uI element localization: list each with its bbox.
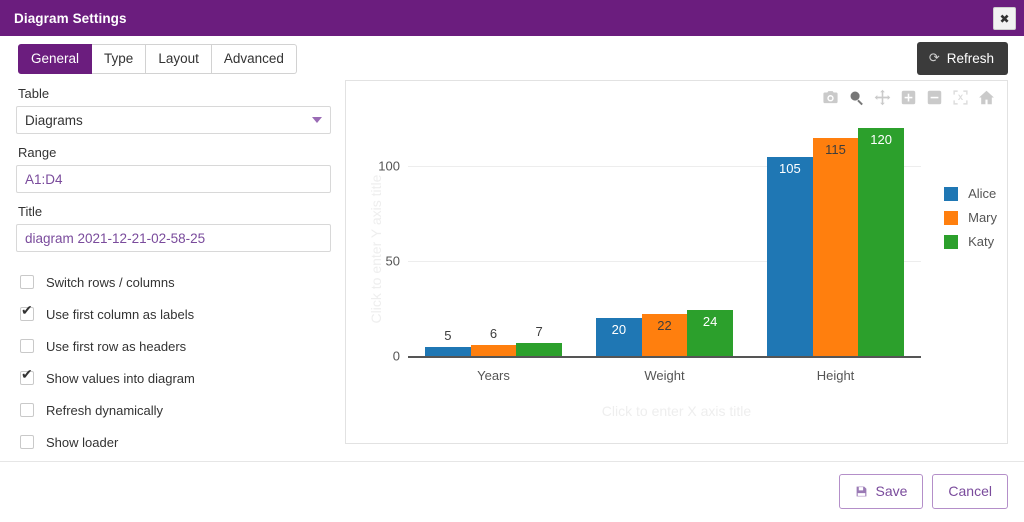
x-tick-label: Weight (644, 368, 685, 383)
range-input-value: A1:D4 (25, 171, 63, 187)
range-input[interactable]: A1:D4 (16, 165, 331, 193)
checkbox-unchecked-icon[interactable] (20, 275, 34, 289)
close-icon[interactable]: ✖ (993, 7, 1016, 30)
checkbox-row-5[interactable]: Show loader (16, 426, 331, 458)
dialog-footer: Save Cancel (839, 474, 1008, 509)
checkbox-label: Refresh dynamically (46, 402, 164, 418)
checkbox-label: Use first row as headers (46, 338, 187, 354)
bar-weight-mary[interactable]: 22 (641, 314, 688, 356)
bar-weight-alice[interactable]: 20 (596, 318, 642, 356)
checkbox-row-4[interactable]: Refresh dynamically (16, 394, 331, 426)
checkbox-label: Show loader (46, 434, 119, 450)
cancel-button-label: Cancel (948, 483, 992, 499)
bar-value-label: 105 (779, 160, 801, 176)
legend-label: Mary (968, 210, 997, 225)
tab-general[interactable]: General (18, 44, 93, 74)
checkbox-label: Switch rows / columns (46, 274, 175, 290)
checkbox-label: Show values into diagram (46, 370, 195, 386)
table-select-value: Diagrams (25, 112, 83, 128)
options-checkbox-list: Switch rows / columns Use first column as… (16, 266, 331, 458)
checkbox-label: Use first column as labels (46, 306, 195, 322)
tab-type[interactable]: Type (92, 44, 147, 74)
dialog-titlebar: Diagram Settings ✖ (0, 0, 1024, 36)
y-tick-label: 50 (385, 253, 400, 269)
bar-chart: Click to enter Y axis title Click to ent… (346, 81, 1007, 443)
legend-item-mary[interactable]: Mary (944, 210, 997, 225)
title-input[interactable]: diagram 2021-12-21-02-58-25 (16, 224, 331, 252)
save-button-label: Save (875, 483, 908, 499)
legend-swatch (944, 234, 959, 249)
chart-legend: Alice Mary Katy (944, 186, 997, 249)
footer-divider (0, 461, 1024, 462)
checkbox-row-2[interactable]: Use first row as headers (16, 330, 331, 362)
checkbox-row-0[interactable]: Switch rows / columns (16, 266, 331, 298)
bar-value-label: 20 (611, 322, 627, 337)
table-label: Table (18, 86, 50, 101)
floppy-disk-icon (857, 486, 867, 496)
checkbox-row-1[interactable]: Use first column as labels (16, 298, 331, 330)
legend-label: Alice (968, 186, 997, 201)
refresh-button[interactable]: ⟳ Refresh (916, 42, 1008, 75)
legend-swatch (944, 186, 959, 201)
tab-advanced[interactable]: Advanced (211, 44, 297, 74)
diagram-settings-dialog: Diagram Settings ✖ General Type Layout Adva… (0, 0, 1024, 522)
bar-value-label: 5 (444, 327, 452, 343)
cancel-button[interactable]: Cancel (932, 474, 1008, 509)
bar-years-alice[interactable]: 5 (425, 328, 471, 356)
legend-item-alice[interactable]: Alice (944, 186, 997, 201)
bar-years-mary[interactable]: 6 (470, 326, 517, 356)
checkbox-unchecked-icon[interactable] (20, 435, 34, 449)
tab-layout[interactable]: Layout (146, 44, 212, 74)
dialog-title: Diagram Settings (14, 10, 127, 26)
checkbox-checked-icon[interactable] (20, 303, 34, 321)
refresh-button-label: Refresh (946, 50, 994, 66)
bar-weight-katy[interactable]: 24 (687, 310, 733, 356)
checkbox-row-3[interactable]: Show values into diagram (16, 362, 331, 394)
title-label: Title (18, 204, 43, 219)
y-tick-label: 100 (378, 158, 400, 174)
range-label: Range (18, 145, 57, 160)
bar-height-alice[interactable]: 105 (767, 156, 813, 356)
table-select[interactable]: Diagrams (16, 106, 331, 134)
bar-height-katy[interactable]: 120 (858, 128, 904, 356)
x-tick-label: Height (816, 368, 855, 383)
bar-value-label: 6 (489, 325, 498, 341)
bar-value-label: 120 (870, 132, 892, 147)
save-button[interactable]: Save (839, 474, 924, 509)
settings-tabs: General Type Layout Advanced (18, 44, 297, 74)
bar-height-mary[interactable]: 115 (812, 137, 859, 356)
checkbox-unchecked-icon[interactable] (20, 339, 34, 353)
title-input-value: diagram 2021-12-21-02-58-25 (25, 230, 206, 246)
x-axis-line (408, 356, 921, 358)
y-tick-label: 0 (392, 348, 400, 364)
bar-value-label: 7 (535, 323, 543, 339)
legend-label: Katy (968, 234, 995, 249)
legend-swatch (944, 210, 959, 225)
x-tick-label: Years (477, 368, 510, 383)
refresh-icon: ⟳ (928, 50, 940, 65)
bar-value-label: 24 (702, 314, 718, 330)
x-axis-title[interactable]: Click to enter X axis title (346, 403, 1007, 419)
legend-item-katy[interactable]: Katy (944, 234, 997, 249)
bar-value-label: 22 (657, 318, 672, 334)
bar-years-katy[interactable]: 7 (516, 324, 562, 356)
bar-value-label: 115 (825, 141, 846, 157)
checkbox-unchecked-icon[interactable] (20, 403, 34, 417)
y-axis-title[interactable]: Click to enter Y axis title (368, 159, 384, 339)
chart-preview-panel: Click to enter Y axis title Click to ent… (345, 80, 1008, 444)
general-settings-form: Table Diagrams Range A1:D4 Title diagram… (16, 86, 331, 458)
chevron-down-icon (312, 117, 322, 123)
checkbox-checked-icon[interactable] (20, 367, 34, 385)
